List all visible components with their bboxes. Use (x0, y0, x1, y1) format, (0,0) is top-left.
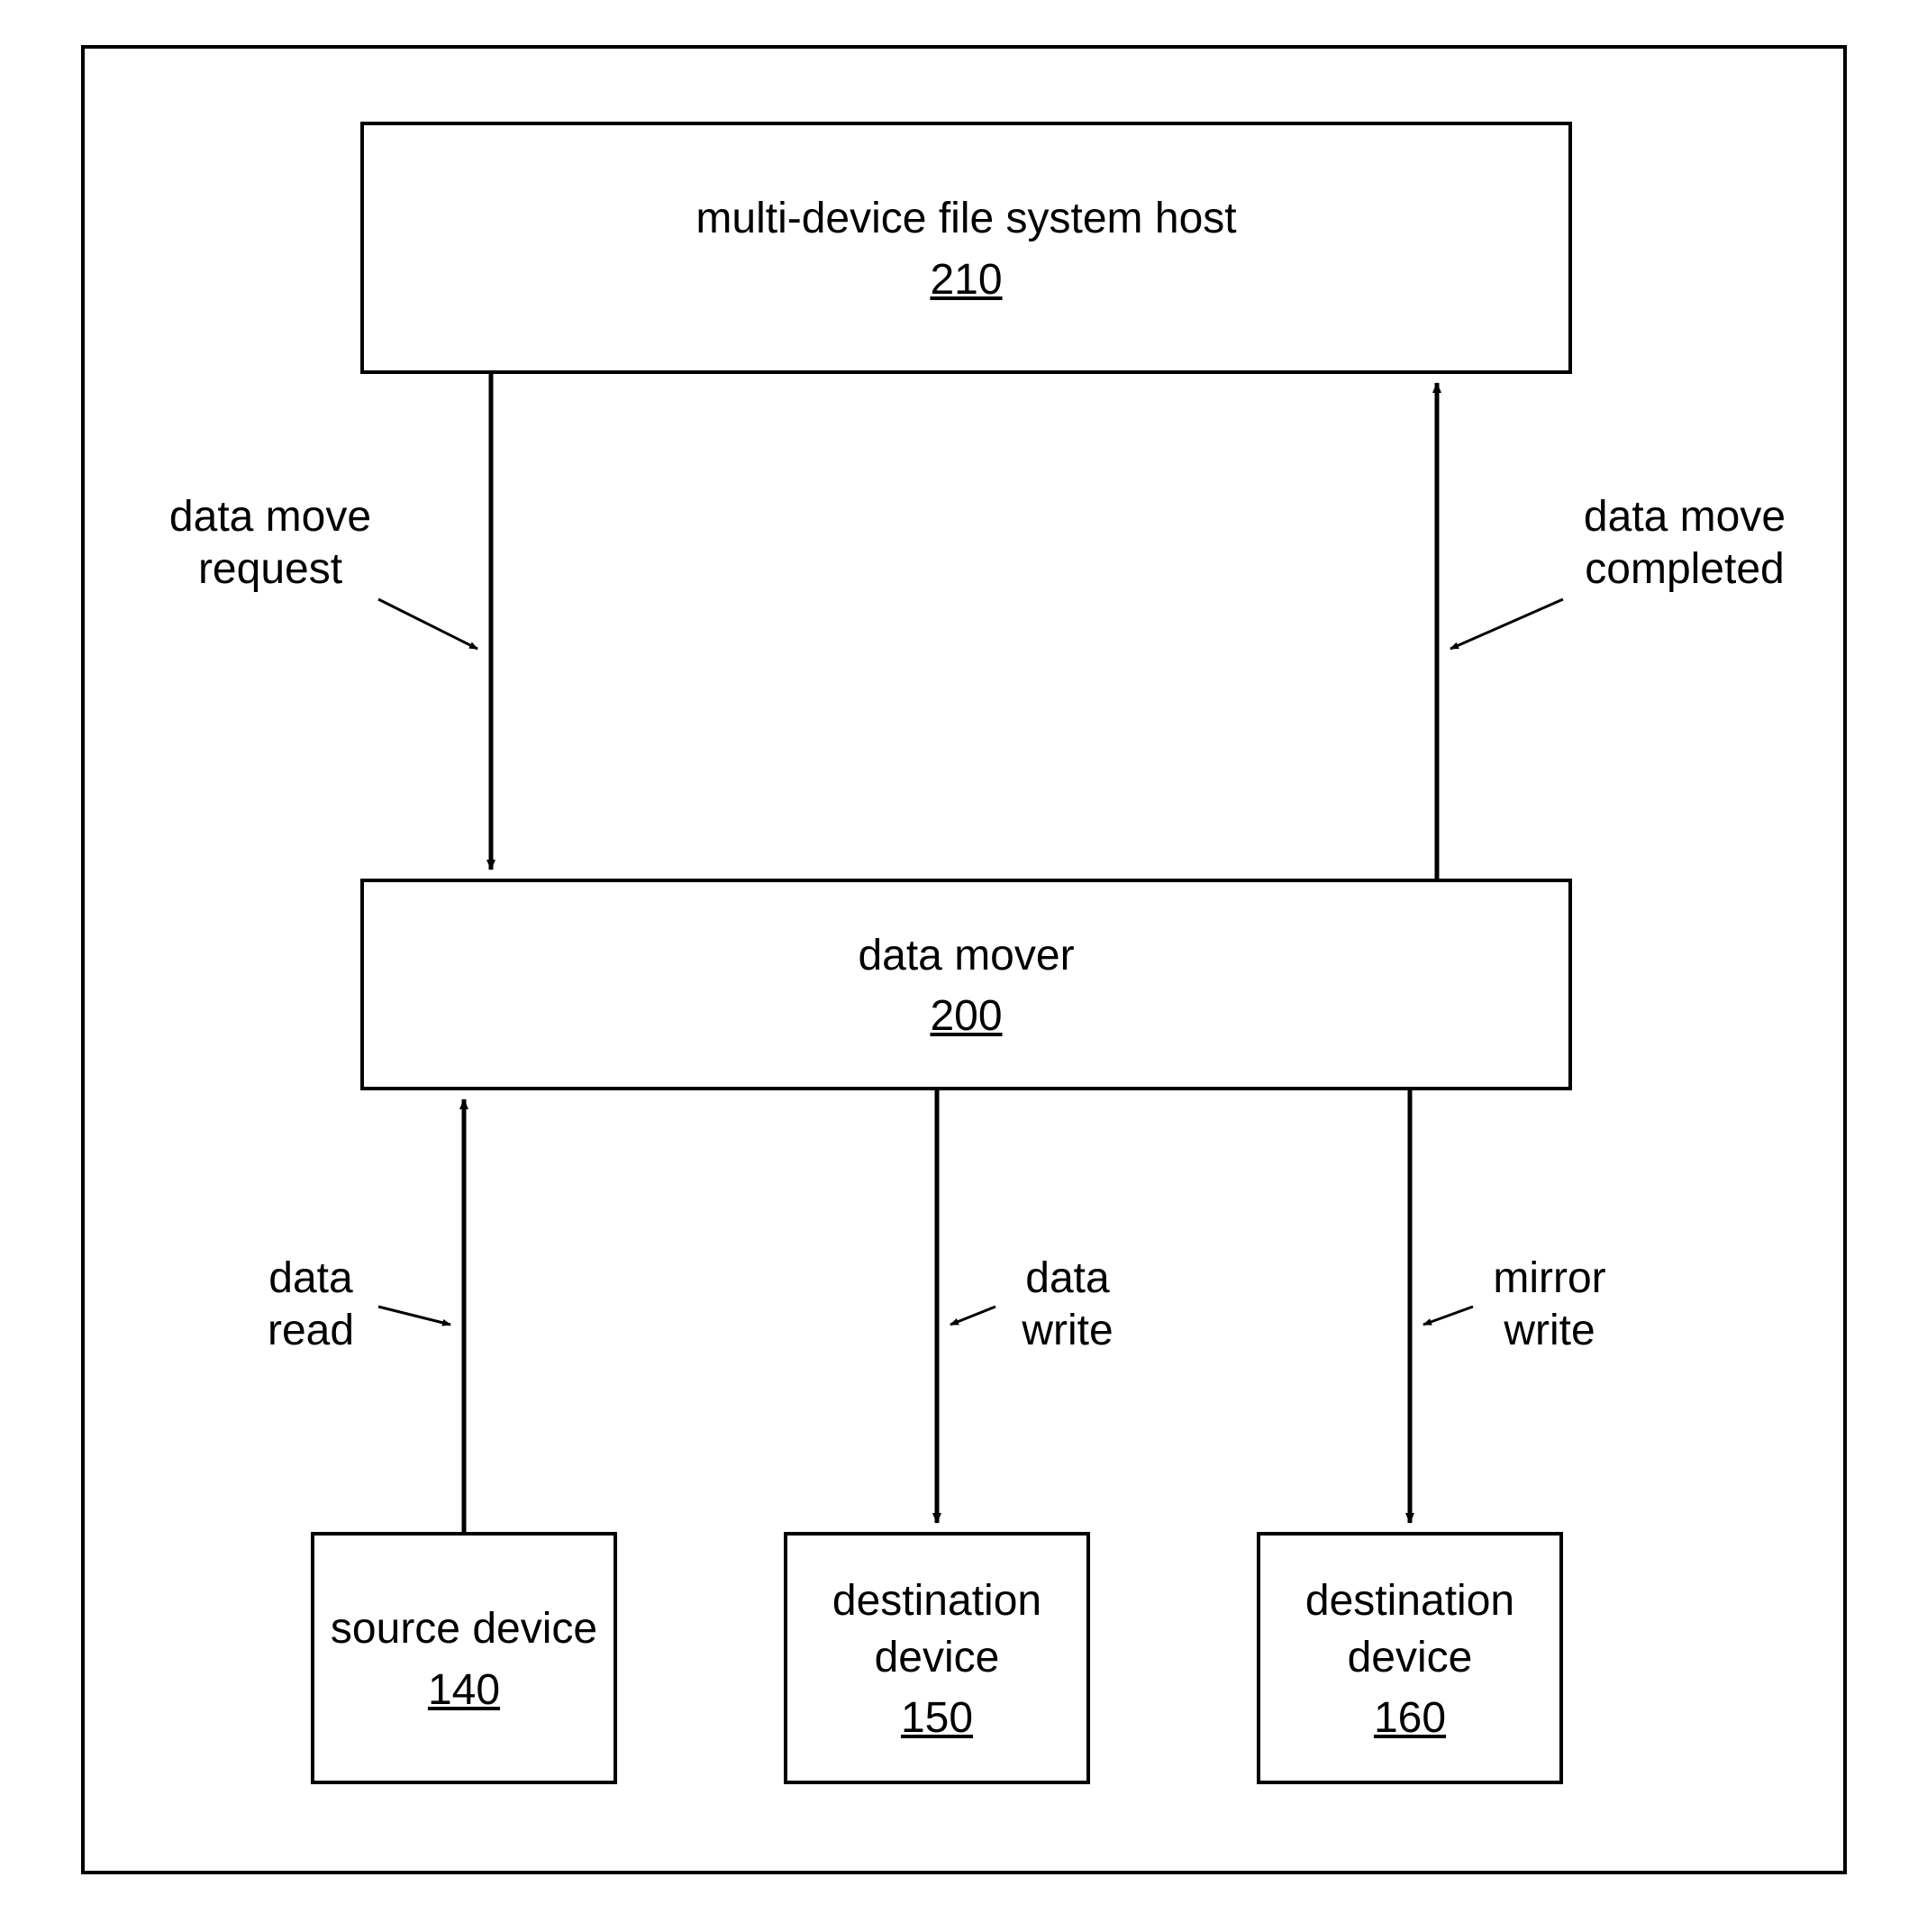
mover-box: data mover 200 (360, 879, 1572, 1090)
dest2-title-l1: destination (1305, 1573, 1514, 1629)
mover-title: data mover (858, 928, 1074, 984)
read-l1: data (268, 1254, 352, 1302)
host-title: multi-device file system host (695, 191, 1236, 247)
read-l2: read (268, 1307, 354, 1354)
dest1-title-l2: device (832, 1630, 1041, 1686)
request-l2: request (198, 545, 342, 593)
request-l1: data move (169, 493, 371, 541)
source-ref: 140 (428, 1665, 500, 1715)
mover-ref: 200 (930, 991, 1002, 1041)
dest2-ref: 160 (1374, 1693, 1446, 1743)
mirror-l1: mirror (1493, 1254, 1605, 1302)
write-l1: data (1025, 1254, 1109, 1302)
source-box: source device 140 (311, 1532, 617, 1784)
write-l2: write (1022, 1307, 1113, 1354)
dest2-box: destination device 160 (1257, 1532, 1563, 1784)
completed-l2: completed (1585, 545, 1784, 593)
mirror-l2: write (1504, 1307, 1595, 1354)
host-ref: 210 (930, 255, 1002, 305)
write-label: data write (1000, 1253, 1135, 1356)
dest1-box: destination device 150 (784, 1532, 1090, 1784)
request-label: data move request (153, 491, 387, 595)
mirror-label: mirror write (1477, 1253, 1622, 1356)
completed-label: data move completed (1568, 491, 1802, 595)
read-label: data read (243, 1253, 378, 1356)
source-title: source device (331, 1601, 597, 1657)
completed-l1: data move (1584, 493, 1786, 541)
host-box: multi-device file system host 210 (360, 122, 1572, 374)
dest1-ref: 150 (901, 1693, 973, 1743)
diagram-container: multi-device file system host 210 data m… (0, 0, 1927, 1932)
dest1-title-l1: destination (832, 1573, 1041, 1629)
dest2-title-l2: device (1305, 1630, 1514, 1686)
